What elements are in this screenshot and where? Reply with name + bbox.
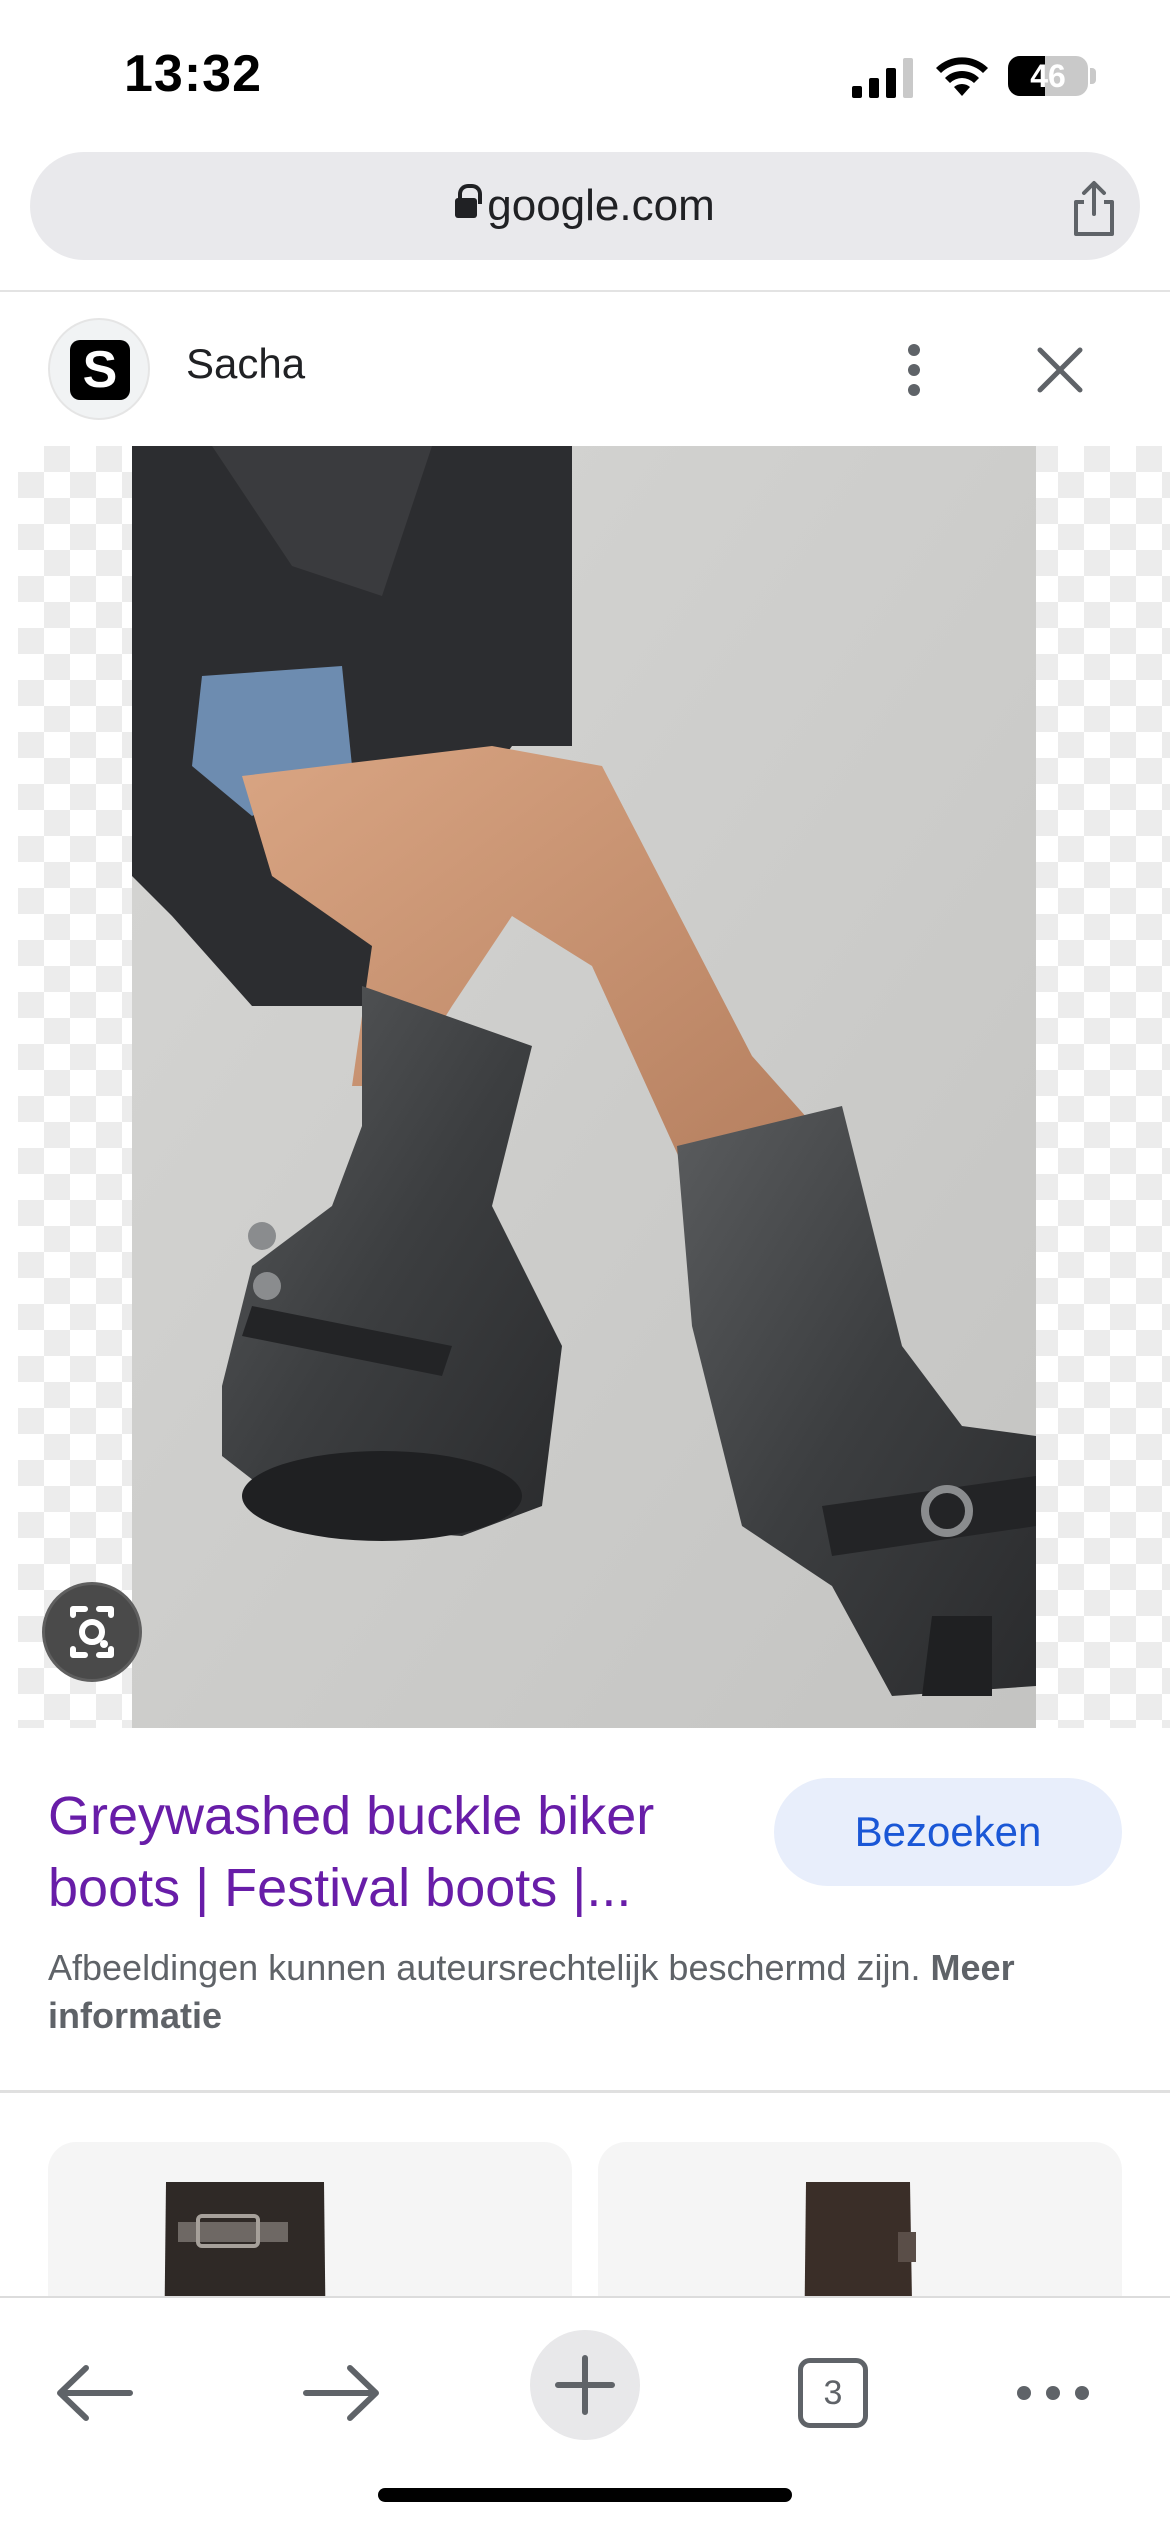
wifi-icon — [936, 57, 988, 96]
page: 13:32 46 google.com S Sacha Greywashed b… — [0, 0, 1170, 2532]
back-arrow-icon[interactable] — [50, 2348, 140, 2438]
result-title-link[interactable]: Greywashed buckle biker boots | Festival… — [48, 1780, 748, 1924]
forward-arrow-icon[interactable] — [296, 2348, 386, 2438]
divider — [0, 290, 1170, 292]
more-horiz-icon[interactable] — [1008, 2348, 1098, 2438]
home-indicator[interactable] — [378, 2488, 792, 2502]
status-time: 13:32 — [124, 45, 262, 103]
product-photo[interactable] — [132, 446, 1036, 1728]
cellular-signal-icon — [852, 58, 913, 98]
copyright-notice: Afbeeldingen kunnen auteursrechtelijk be… — [48, 1944, 1118, 2040]
more-vert-icon[interactable] — [890, 340, 938, 400]
address-bar[interactable]: google.com — [30, 152, 1140, 260]
lens-glyph — [70, 1606, 114, 1658]
copyright-text: Afbeeldingen kunnen auteursrechtelijk be… — [48, 1947, 921, 1988]
share-icon[interactable] — [1064, 178, 1124, 238]
visit-button[interactable]: Bezoeken — [774, 1778, 1122, 1886]
tab-count: 3 — [823, 2374, 843, 2412]
source-name[interactable]: Sacha — [186, 340, 305, 388]
battery-percentage: 46 — [1030, 58, 1066, 94]
url-display[interactable]: google.com — [30, 152, 1140, 260]
source-logo: S — [70, 340, 130, 400]
image-viewer[interactable] — [18, 446, 1170, 1728]
tabs-icon: 3 — [798, 2358, 868, 2428]
tabs-button[interactable]: 3 — [788, 2348, 878, 2438]
divider — [0, 2090, 1170, 2093]
lock-icon — [455, 184, 483, 218]
new-tab-button[interactable] — [530, 2330, 640, 2440]
close-icon[interactable] — [1030, 340, 1090, 400]
url-text: google.com — [487, 181, 715, 230]
source-avatar[interactable]: S — [48, 318, 150, 420]
battery-nub — [1090, 68, 1096, 84]
google-lens-icon[interactable] — [42, 1582, 142, 1682]
battery-icon: 46 — [1008, 56, 1088, 96]
status-bar: 13:32 46 — [0, 0, 1170, 150]
plus-icon — [555, 2355, 615, 2415]
